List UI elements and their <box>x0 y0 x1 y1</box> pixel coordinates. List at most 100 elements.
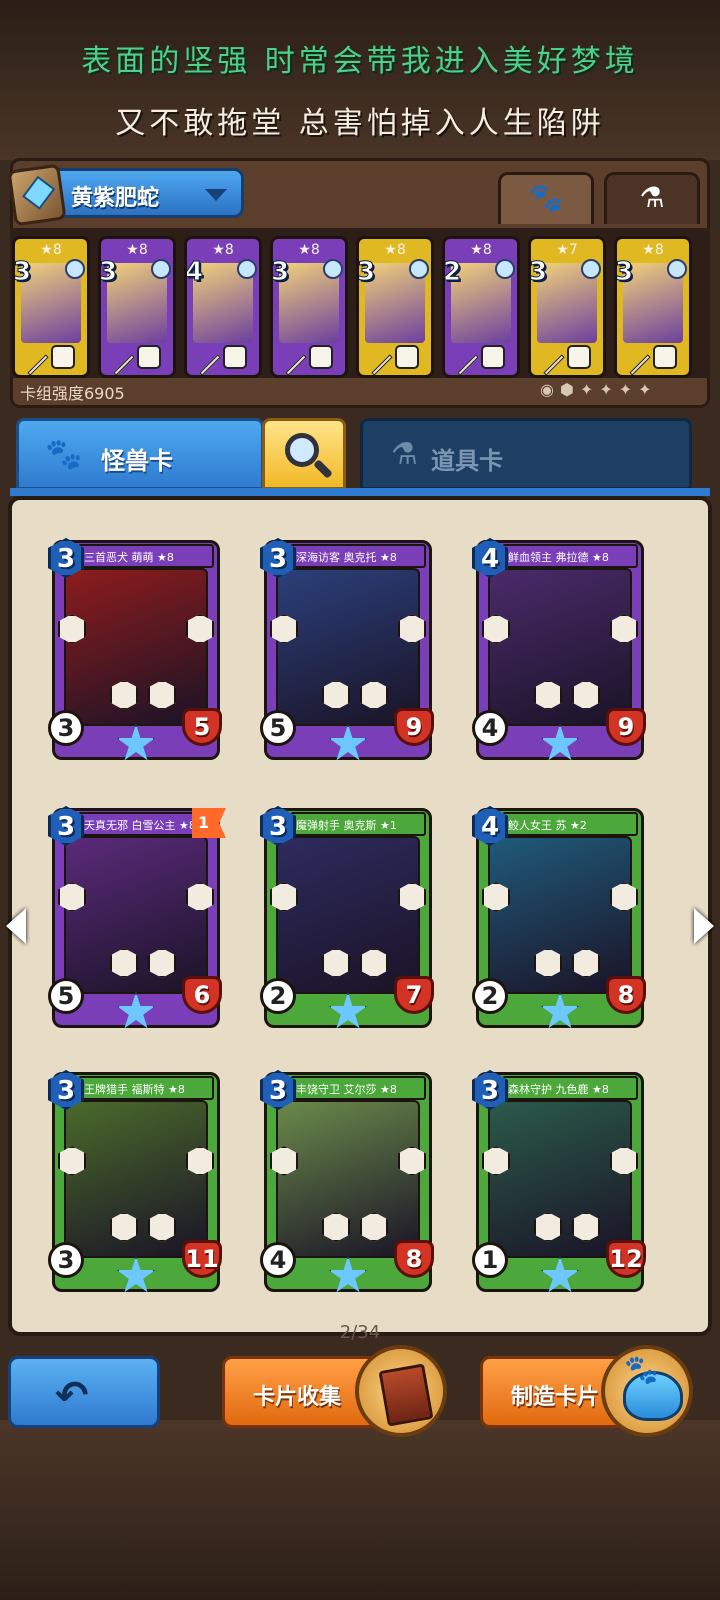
next-page-arrow[interactable] <box>694 908 714 944</box>
page-indicator: 2/34 <box>339 1322 381 1343</box>
gem-icon <box>65 259 85 279</box>
card-cost: 4 <box>480 812 500 842</box>
deck-card[interactable]: ★8 3 <box>12 236 90 378</box>
card-attack: 2 <box>260 978 296 1014</box>
dice-icon <box>309 345 333 369</box>
magnifier-handle <box>313 459 333 479</box>
card-collection-icon <box>355 1345 447 1437</box>
card-title: 深海访客 奥克托 ★8 <box>290 544 426 568</box>
deck-card[interactable]: ★8 3 <box>614 236 692 378</box>
prev-page-arrow[interactable] <box>6 908 26 944</box>
monster-card[interactable]: 三首恶犬 萌萌 ★8 3 3 5 <box>48 538 222 761</box>
card-health: 11 <box>182 1240 222 1278</box>
card-cost: 3 <box>480 1076 500 1106</box>
card-title: 森林守护 九色鹿 ★8 <box>502 1076 638 1100</box>
card-attack: 3 <box>48 1242 84 1278</box>
monster-card[interactable]: 王牌猎手 福斯特 ★8 3 3 11 <box>48 1070 222 1293</box>
gem-icon <box>237 259 257 279</box>
card-attack: 4 <box>472 710 508 746</box>
potion-icon: ⚗ <box>639 181 665 214</box>
monster-card[interactable]: 鲜血领主 弗拉德 ★8 4 4 9 <box>472 538 646 761</box>
card-attack: 2 <box>472 978 508 1014</box>
card-collection-button[interactable]: 卡片收集 <box>222 1345 447 1437</box>
deck-name-label: 黄紫肥蛇 <box>71 186 160 211</box>
craft-card-button[interactable]: 制造卡片 🐾 <box>480 1345 693 1437</box>
card-attack: 1 <box>472 1242 508 1278</box>
card-cost: 3 <box>268 812 288 842</box>
sword-icon <box>371 354 393 375</box>
lyric-line-2: 又不敢拖堂 总害怕掉入人生陷阱 <box>115 106 605 141</box>
card-cost: 3 <box>56 1076 76 1106</box>
card-attack: 4 <box>260 1242 296 1278</box>
deck-card[interactable]: ★8 3 <box>356 236 434 378</box>
card-cost: 3 <box>357 257 376 288</box>
card-cost: 3 <box>56 812 76 842</box>
dice-icon <box>653 345 677 369</box>
deck-power-label: 卡组强度6905 <box>20 384 125 403</box>
monster-card[interactable]: 丰饶守卫 艾尔莎 ★8 3 4 8 <box>260 1070 434 1293</box>
tab-monster-cards[interactable]: 🐾 怪兽卡 <box>16 418 264 490</box>
sword-icon <box>457 354 479 375</box>
sword-icon <box>543 354 565 375</box>
dice-icon <box>51 345 75 369</box>
deck-tab-monster[interactable]: 🐾 <box>498 172 594 224</box>
dice-icon <box>137 345 161 369</box>
card-title: 鲜血领主 弗拉德 ★8 <box>502 544 638 568</box>
dice-icon <box>481 345 505 369</box>
gem-icon <box>323 259 343 279</box>
card-title: 鲛人女王 苏 ★2 <box>502 812 638 836</box>
bottom-background <box>0 1420 720 1600</box>
card-cost: 3 <box>13 257 32 288</box>
sword-icon <box>113 354 135 375</box>
chevron-down-icon <box>205 189 227 201</box>
monster-card[interactable]: 森林守护 九色鹿 ★8 3 1 12 <box>472 1070 646 1293</box>
deck-book-icon <box>7 163 67 227</box>
dice-icon <box>567 345 591 369</box>
deck-card[interactable]: ★7 3 <box>528 236 606 378</box>
gem-icon <box>581 259 601 279</box>
monster-card[interactable]: 魔弹射手 奥克斯 ★1 3 2 7 <box>260 806 434 1029</box>
dice-icon <box>223 345 247 369</box>
card-cost: 4 <box>185 257 204 288</box>
search-button[interactable] <box>262 418 346 490</box>
gem-icon <box>495 259 515 279</box>
sword-icon <box>629 354 651 375</box>
deck-card[interactable]: ★8 3 <box>98 236 176 378</box>
potion-icon: ⚗ <box>391 437 418 472</box>
gem-icon <box>151 259 171 279</box>
deck-card[interactable]: ★8 3 <box>270 236 348 378</box>
tab-item-cards[interactable]: ⚗ 道具卡 <box>360 418 692 490</box>
card-cost: 3 <box>271 257 290 288</box>
monster-card[interactable]: 天真无邪 白雪公主 ★8 3 5 6 1 <box>48 806 226 1029</box>
paw-icon: 🐾 <box>624 1353 659 1386</box>
card-title: 丰饶守卫 艾尔莎 ★8 <box>290 1076 426 1100</box>
dice-icon <box>395 345 419 369</box>
back-arrow-icon: ↶ <box>55 1373 89 1419</box>
deck-tab-item[interactable]: ⚗ <box>604 172 700 224</box>
monster-card[interactable]: 鲛人女王 苏 ★2 4 2 8 <box>472 806 646 1029</box>
paw-icon: 🐾 <box>45 437 83 472</box>
card-cost: 3 <box>615 257 634 288</box>
gem-icon <box>409 259 429 279</box>
tab-underline <box>10 488 710 496</box>
paw-icon: 🐾 <box>528 181 564 214</box>
deck-filter-icons: ◉⬢✦✦✦✦ <box>540 380 658 399</box>
card-attack: 3 <box>48 710 84 746</box>
card-cost: 3 <box>56 544 76 574</box>
tab-monster-label: 怪兽卡 <box>101 447 173 475</box>
card-attack: 5 <box>48 978 84 1014</box>
card-cost: 2 <box>443 257 462 288</box>
deck-card[interactable]: ★8 2 <box>442 236 520 378</box>
card-cost: 3 <box>268 1076 288 1106</box>
deck-card[interactable]: ★8 4 <box>184 236 262 378</box>
monster-card[interactable]: 深海访客 奥克托 ★8 3 5 9 <box>260 538 434 761</box>
lyric-line-1: 表面的坚强 时常会带我进入美好梦境 <box>81 44 639 79</box>
card-title: 魔弹射手 奥克斯 ★1 <box>290 812 426 836</box>
card-title: 三首恶犬 萌萌 ★8 <box>78 544 214 568</box>
deck-selector[interactable]: 黄紫肥蛇 <box>7 163 244 227</box>
card-collection-label: 卡片收集 <box>253 1385 342 1410</box>
card-title: 王牌猎手 福斯特 ★8 <box>78 1076 214 1100</box>
tab-item-label: 道具卡 <box>431 447 503 475</box>
card-cost: 3 <box>529 257 548 288</box>
back-button[interactable]: ↶ <box>8 1356 160 1428</box>
